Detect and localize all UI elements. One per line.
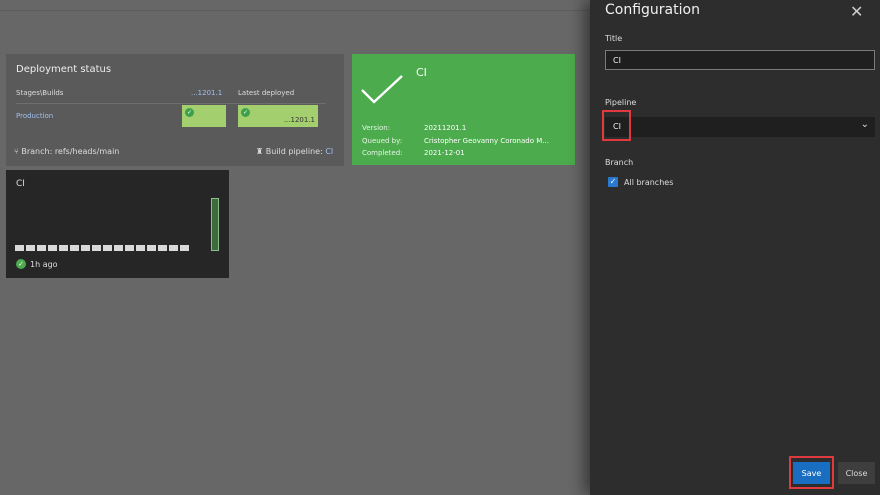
branch-icon: ⑂ <box>14 147 19 156</box>
last-build-time: ✓ 1h ago <box>16 259 58 269</box>
build-name: CI <box>416 66 427 79</box>
history-bar[interactable] <box>48 245 57 251</box>
history-bar[interactable] <box>70 245 79 251</box>
version-label: Version: <box>362 124 391 132</box>
top-divider <box>0 10 590 11</box>
column-header-build[interactable]: ...1201.1 <box>191 89 222 97</box>
branch-field-label: Branch <box>605 158 634 167</box>
history-bar[interactable] <box>169 245 178 251</box>
header-divider <box>16 103 326 104</box>
history-bar[interactable] <box>103 245 112 251</box>
panel-title: Configuration <box>605 2 700 18</box>
pipeline-icon: ♜ <box>256 147 264 156</box>
queued-by-value: Cristopher Geovanny Coronado M... <box>424 137 549 145</box>
build-status-card[interactable]: CI Version: 20211201.1 Queued by: Cristo… <box>352 54 575 165</box>
check-icon: ✓ <box>241 108 250 117</box>
history-bar[interactable] <box>15 245 24 251</box>
branch-label: Branch: refs/heads/main <box>21 147 120 156</box>
branch-info: ⑂ Branch: refs/heads/main <box>14 147 119 156</box>
check-icon: ✓ <box>185 108 194 117</box>
history-bar[interactable] <box>59 245 68 251</box>
history-bar[interactable] <box>26 245 35 251</box>
title-input[interactable] <box>605 50 875 70</box>
build-pipeline-info: ♜ Build pipeline: CI <box>256 147 333 156</box>
latest-deployed-tile[interactable]: ✓ ...1201.1 <box>238 105 318 127</box>
history-bar[interactable] <box>114 245 123 251</box>
queued-by-label: Queued by: <box>362 137 403 145</box>
title-field-label: Title <box>605 34 623 43</box>
environment-link-production[interactable]: Production <box>16 112 53 120</box>
widget-title: Deployment status <box>16 64 112 75</box>
build-history-widget[interactable]: CI ✓ 1h ago <box>6 170 229 278</box>
history-bars <box>15 245 189 251</box>
deployment-status-widget: Deployment status Stages\Builds ...1201.… <box>6 54 344 166</box>
configuration-panel: Configuration ✕ Title Pipeline CI ⌄ Bran… <box>590 0 880 495</box>
history-bar[interactable] <box>81 245 90 251</box>
chevron-down-icon: ⌄ <box>860 119 869 130</box>
all-branches-label: All branches <box>624 177 674 187</box>
completed-value: 2021-12-01 <box>424 149 465 157</box>
latest-build-bar[interactable] <box>211 198 219 251</box>
latest-build-label: ...1201.1 <box>283 116 315 124</box>
close-icon[interactable]: ✕ <box>850 2 863 21</box>
time-ago-label: 1h ago <box>30 259 58 269</box>
history-bar[interactable] <box>125 245 134 251</box>
history-bar[interactable] <box>180 245 189 251</box>
history-bar[interactable] <box>37 245 46 251</box>
pipeline-link[interactable]: CI <box>325 147 333 156</box>
history-bar[interactable] <box>158 245 167 251</box>
pipeline-label: Build pipeline: <box>265 147 323 156</box>
completed-label: Completed: <box>362 149 403 157</box>
check-icon[interactable]: ✓ <box>608 177 618 187</box>
success-icon: ✓ <box>16 259 26 269</box>
history-bar[interactable] <box>92 245 101 251</box>
pipeline-field-label: Pipeline <box>605 98 637 107</box>
highlight-box <box>602 110 631 141</box>
version-value: 20211201.1 <box>424 124 467 132</box>
history-title: CI <box>16 179 25 189</box>
check-icon <box>361 75 403 104</box>
all-branches-option[interactable]: ✓ All branches <box>608 177 673 187</box>
column-header-stages: Stages\Builds <box>16 89 64 97</box>
deployment-tile[interactable]: ✓ <box>182 105 226 127</box>
pipeline-select[interactable]: CI ⌄ <box>605 117 875 137</box>
highlight-box <box>789 456 834 489</box>
history-bar[interactable] <box>136 245 145 251</box>
close-button[interactable]: Close <box>838 462 875 484</box>
history-bar[interactable] <box>147 245 156 251</box>
column-header-latest: Latest deployed <box>238 89 295 97</box>
